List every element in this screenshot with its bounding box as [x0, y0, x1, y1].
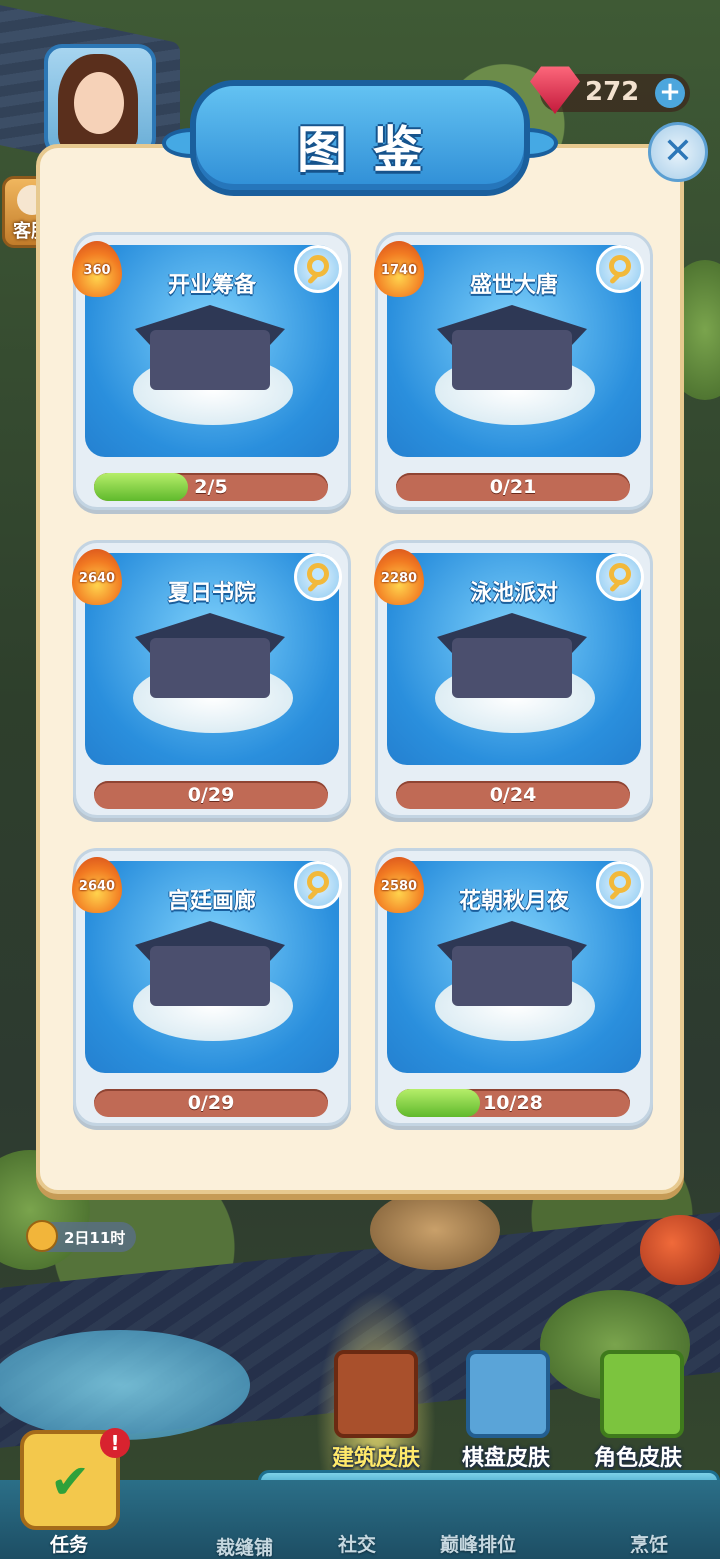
stool-decoration	[370, 1190, 500, 1270]
nav-cooking[interactable]: 烹饪	[630, 1530, 668, 1557]
collection-card[interactable]: 开业筹备 360 2/5	[72, 232, 351, 510]
building-shape	[452, 946, 572, 1006]
nav-social[interactable]: 社交	[338, 1530, 376, 1557]
building-shape	[150, 330, 270, 390]
heat-value: 1740	[380, 263, 418, 278]
collection-card[interactable]: 宫廷画廊 2640 0/29	[72, 848, 351, 1126]
magnifier-icon	[307, 871, 329, 893]
heat-value: 2640	[78, 571, 116, 586]
progress-text: 0/29	[187, 784, 235, 806]
heat-value: 2280	[380, 571, 418, 586]
collection-card[interactable]: 花朝秋月夜 2580 10/28	[374, 848, 653, 1126]
heat-value: 2640	[78, 879, 116, 894]
magnifier-button[interactable]	[596, 245, 644, 293]
event-timer[interactable]: 2日11时	[26, 1220, 136, 1252]
nav-rank[interactable]: 巅峰排位	[440, 1530, 516, 1557]
heat-value: 360	[83, 263, 111, 278]
title-banner: 图鉴	[190, 80, 530, 196]
close-icon: ✕	[662, 131, 694, 172]
progress-bar: 0/29	[94, 1089, 328, 1117]
nav-task[interactable]: 任务	[50, 1530, 88, 1557]
magnifier-icon	[609, 255, 631, 277]
collection-card[interactable]: 泳池派对 2280 0/24	[374, 540, 653, 818]
building-shape	[452, 638, 572, 698]
nav-tailor[interactable]: 裁缝铺	[216, 1533, 273, 1559]
magnifier-icon	[609, 871, 631, 893]
magnifier-icon	[609, 563, 631, 585]
tab-board-skin[interactable]: 棋盘皮肤	[436, 1440, 576, 1472]
vegetable-decoration	[640, 1215, 720, 1285]
building-skin-book-icon[interactable]	[334, 1350, 418, 1438]
progress-text: 0/24	[489, 784, 537, 806]
add-gems-button[interactable]: +	[655, 78, 685, 108]
board-skin-book-icon[interactable]	[466, 1350, 550, 1438]
collection-card[interactable]: 盛世大唐 1740 0/21	[374, 232, 653, 510]
progress-bar: 0/29	[94, 781, 328, 809]
page-title: 图鉴	[297, 121, 449, 179]
progress-bar: 10/28	[396, 1089, 630, 1117]
magnifier-icon	[307, 563, 329, 585]
building-shape	[150, 638, 270, 698]
tab-building-skin[interactable]: 建筑皮肤	[306, 1440, 446, 1472]
character-skin-book-icon[interactable]	[600, 1350, 684, 1438]
player-avatar[interactable]	[44, 44, 156, 156]
checkmark-icon: ✔	[50, 1454, 91, 1510]
alert-badge: !	[100, 1428, 130, 1458]
collection-card[interactable]: 夏日书院 2640 0/29	[72, 540, 351, 818]
magnifier-button[interactable]	[294, 245, 342, 293]
progress-bar: 0/21	[396, 473, 630, 501]
magnifier-button[interactable]	[294, 861, 342, 909]
building-shape	[452, 330, 572, 390]
building-shape	[150, 946, 270, 1006]
progress-text: 0/21	[489, 476, 537, 498]
tab-character-skin[interactable]: 角色皮肤	[568, 1440, 708, 1472]
pond-decoration	[0, 1330, 250, 1440]
close-button[interactable]: ✕	[648, 122, 708, 182]
magnifier-button[interactable]	[596, 553, 644, 601]
heat-value: 2580	[380, 879, 418, 894]
magnifier-button[interactable]	[596, 861, 644, 909]
progress-bar: 0/24	[396, 781, 630, 809]
progress-bar: 2/5	[94, 473, 328, 501]
magnifier-icon	[307, 255, 329, 277]
progress-text: 2/5	[194, 476, 228, 498]
clock-icon	[26, 1220, 58, 1252]
gem-count: 272	[585, 77, 640, 107]
progress-text: 10/28	[483, 1092, 543, 1114]
progress-text: 0/29	[187, 1092, 235, 1114]
timer-text: 2日11时	[64, 1229, 126, 1247]
magnifier-button[interactable]	[294, 553, 342, 601]
